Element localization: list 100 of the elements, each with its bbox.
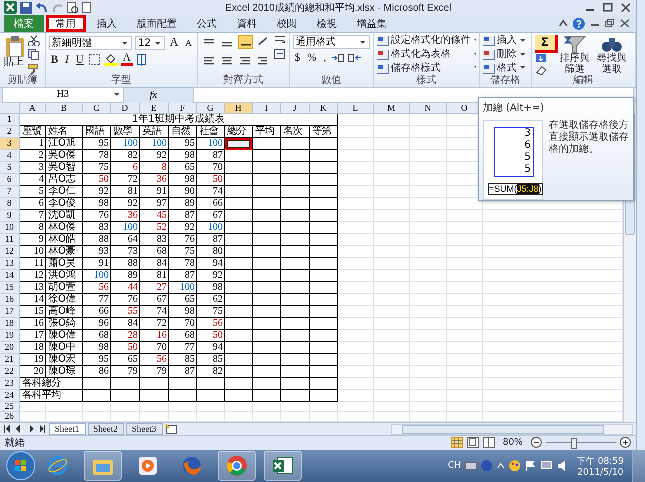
horizontal-scrollbar[interactable]: [391, 424, 633, 434]
row-header[interactable]: 23: [0, 378, 20, 390]
font-name-dropdown[interactable]: 新細明體: [49, 36, 132, 50]
pinwheel-circle-icon[interactable]: [226, 455, 248, 477]
font-color-button[interactable]: A: [120, 53, 133, 66]
insert-sheet-icon[interactable]: [164, 424, 178, 434]
autosum-button[interactable]: Σ: [535, 35, 555, 50]
style-menu-button[interactable]: 設定格式化的條件: [377, 35, 476, 48]
row-header[interactable]: 8: [0, 198, 20, 210]
style-icon[interactable]: [377, 50, 389, 60]
keyboard-icon[interactable]: [465, 461, 478, 471]
merge-center-icon[interactable]: [274, 49, 286, 60]
sheet-tab[interactable]: Sheet2: [88, 423, 124, 435]
tray-expand-icon[interactable]: [497, 462, 506, 470]
row-header[interactable]: 10: [0, 222, 20, 234]
style-icon[interactable]: [377, 64, 389, 74]
close-icon[interactable]: [620, 2, 632, 12]
collapse-ribbon-icon[interactable]: [559, 19, 568, 28]
spreadsheet-icon[interactable]: [272, 456, 294, 476]
style-menu-button[interactable]: 格式化為表格: [377, 48, 476, 62]
column-header[interactable]: C: [83, 103, 111, 114]
sheet-navigation-icon[interactable]: [3, 424, 47, 434]
print-preview-icon[interactable]: [67, 2, 79, 14]
undo-icon[interactable]: [35, 2, 49, 14]
ribbon-tab[interactable]: 校閱: [268, 15, 306, 32]
column-header[interactable]: D: [111, 103, 140, 114]
row-header[interactable]: 24: [0, 390, 20, 402]
format-painter-icon[interactable]: [28, 64, 40, 75]
taskbar-app-button[interactable]: [264, 451, 302, 481]
row-header[interactable]: 22: [0, 366, 20, 378]
row-header[interactable]: 7: [0, 186, 20, 198]
shrink-font-button[interactable]: A: [184, 38, 194, 48]
row-header[interactable]: 18: [0, 318, 20, 330]
ribbon-tab[interactable]: 常用: [46, 15, 86, 32]
column-header[interactable]: J: [281, 103, 310, 114]
insert-function-button[interactable]: fx: [130, 90, 188, 100]
row-header[interactable]: 20: [0, 342, 20, 354]
row-header[interactable]: 19: [0, 330, 20, 342]
zoom-in-icon[interactable]: [620, 437, 631, 448]
row-header[interactable]: 11: [0, 234, 20, 246]
row-header[interactable]: 13: [0, 258, 20, 270]
sheet-tab[interactable]: Sheet1: [49, 423, 86, 435]
style-icon[interactable]: [377, 36, 389, 46]
column-header[interactable]: L: [338, 103, 374, 114]
flag-icon[interactable]: [525, 460, 538, 472]
name-box[interactable]: H3: [2, 87, 124, 103]
row-header[interactable]: 25: [0, 402, 20, 412]
network-icon[interactable]: [541, 460, 554, 472]
row-header[interactable]: 3: [0, 138, 20, 150]
row-header[interactable]: 4: [0, 150, 20, 162]
find-select-button[interactable]: 尋找與選取: [595, 35, 629, 75]
column-header[interactable]: B: [46, 103, 83, 114]
zoom-level[interactable]: 80%: [498, 438, 527, 448]
palette-icon[interactable]: [509, 460, 522, 472]
save-icon[interactable]: [20, 2, 32, 14]
row-header[interactable]: 17: [0, 306, 20, 318]
column-header[interactable]: N: [410, 103, 447, 114]
help-icon[interactable]: [573, 18, 585, 30]
sort-filter-button[interactable]: 排序與篩選: [558, 35, 592, 75]
row-header[interactable]: 21: [0, 354, 20, 366]
column-header[interactable]: I: [253, 103, 281, 114]
zoom-slider[interactable]: [571, 438, 577, 449]
zoom-out-icon[interactable]: [531, 437, 542, 448]
taskbar-app-button[interactable]: [218, 451, 256, 481]
paste-button[interactable]: 貼上: [3, 35, 25, 75]
wrap-text-icon[interactable]: [274, 35, 286, 46]
underline-button[interactable]: U: [74, 54, 86, 66]
funnel-icon[interactable]: [563, 35, 587, 53]
row-header[interactable]: 14: [0, 270, 20, 282]
clipboard-icon[interactable]: [4, 35, 24, 57]
binoculars-icon[interactable]: [601, 35, 623, 53]
comma-button[interactable]: ,: [322, 52, 328, 64]
currency-button[interactable]: $: [293, 52, 302, 64]
cells-menu-button[interactable]: 格式: [483, 62, 526, 75]
column-header[interactable]: G: [197, 103, 225, 114]
normal-view-icon[interactable]: [450, 437, 463, 448]
ribbon-tab[interactable]: 版面配置: [128, 15, 186, 32]
phonetic-icon[interactable]: [136, 54, 148, 66]
increase-decimal-icon[interactable]: [331, 52, 346, 64]
column-header[interactable]: H: [225, 103, 253, 114]
row-header[interactable]: 5: [0, 162, 20, 174]
italic-button[interactable]: I: [63, 54, 72, 66]
font-size-dropdown[interactable]: 12: [135, 36, 165, 50]
bold-button[interactable]: B: [49, 54, 60, 66]
row-header[interactable]: 1: [0, 114, 20, 126]
grow-font-button[interactable]: A: [168, 35, 180, 50]
column-header[interactable]: E: [140, 103, 169, 114]
row-header[interactable]: 6: [0, 174, 20, 186]
copy-icon[interactable]: [28, 49, 40, 61]
play-icon[interactable]: [138, 456, 158, 476]
restore-icon[interactable]: [605, 19, 615, 28]
column-header[interactable]: F: [169, 103, 197, 114]
clock-time[interactable]: 下午 08:59: [577, 454, 624, 468]
cells-icon[interactable]: [483, 64, 495, 74]
number-format-dropdown[interactable]: 通用格式: [293, 35, 370, 49]
cells-menu-button[interactable]: 插入: [483, 35, 526, 48]
cells-icon[interactable]: [483, 50, 495, 60]
page-layout-icon[interactable]: [466, 437, 479, 448]
close-icon[interactable]: [620, 19, 630, 28]
ribbon-tab[interactable]: 資料: [228, 15, 266, 32]
